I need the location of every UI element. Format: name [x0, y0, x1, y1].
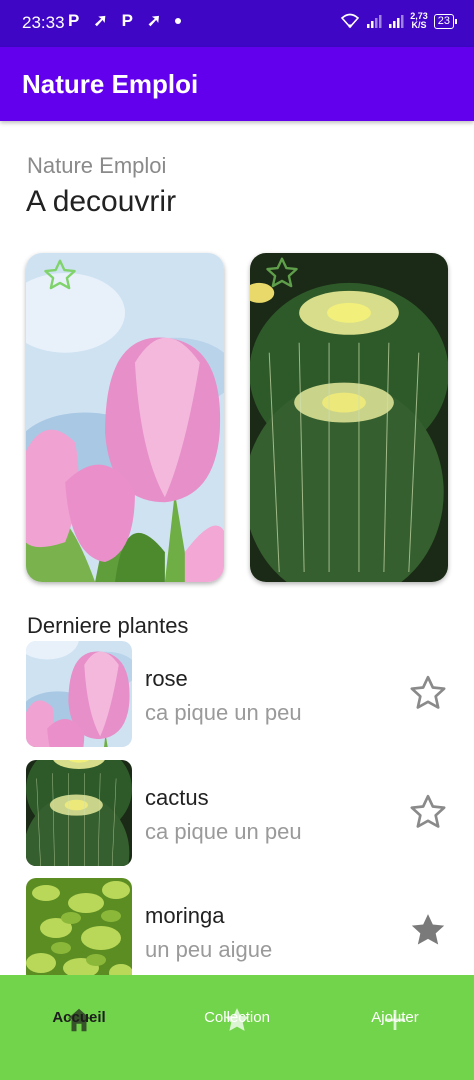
plant-name: rose — [145, 666, 188, 691]
star-filled-icon[interactable] — [408, 910, 448, 950]
featured-card-tulips[interactable] — [26, 253, 224, 582]
plant-thumbnail — [26, 760, 132, 866]
list-item-cactus[interactable]: cactus ca pique un peu — [26, 760, 456, 866]
nav-item-accueil[interactable]: Accueil — [0, 975, 158, 1080]
signal-icon — [367, 15, 382, 28]
section-title: Derniere plantes — [27, 613, 189, 638]
featured-card-cactus[interactable] — [250, 253, 448, 582]
nav-label: Collection — [204, 1009, 270, 1026]
tulips-image — [26, 253, 224, 582]
network-speed-unit: K/S — [411, 20, 427, 30]
cactus-image — [26, 760, 132, 866]
star-outline-icon[interactable] — [264, 255, 300, 291]
status-time: 23:33 — [22, 13, 65, 32]
nav-label: Accueil — [52, 1009, 106, 1026]
cactus-image — [250, 253, 448, 582]
nav-label: Ajouter — [371, 1009, 419, 1026]
wifi-icon — [341, 13, 360, 29]
plant-thumbnail — [26, 641, 132, 747]
screen: 23:33 P ➚ P ➚ 2,73 K/S 23 Nature Emploi … — [0, 0, 474, 1080]
status-right: 2,73 K/S 23 — [340, 12, 458, 30]
moringa-image — [26, 878, 132, 984]
notification-icon: ➚ — [146, 11, 162, 30]
notification-icon: P — [121, 11, 133, 30]
list-item-moringa[interactable]: moringa un peu aigue — [26, 878, 456, 984]
star-outline-icon[interactable] — [42, 257, 78, 293]
plant-description: un peu aigue — [145, 937, 273, 962]
notification-icon: P — [68, 11, 80, 30]
plant-name: moringa — [145, 903, 225, 928]
plant-description: ca pique un peu — [145, 700, 302, 725]
tulips-image — [26, 641, 132, 747]
star-outline-icon[interactable] — [408, 673, 448, 713]
star-outline-icon[interactable] — [408, 792, 448, 832]
signal-icon — [389, 15, 404, 28]
battery-icon: 23 — [433, 13, 458, 29]
app-bar: Nature Emploi — [0, 47, 474, 121]
page-subtitle: Nature Emploi — [27, 153, 167, 178]
plant-description: ca pique un peu — [145, 819, 302, 844]
plant-name: cactus — [145, 785, 209, 810]
nav-item-ajouter[interactable]: Ajouter — [316, 975, 474, 1080]
bottom-navigation: Accueil Collection Ajouter — [0, 975, 474, 1080]
notification-icons: P ➚ P ➚ — [68, 11, 182, 31]
plant-thumbnail — [26, 878, 132, 984]
list-item-rose[interactable]: rose ca pique un peu — [26, 641, 456, 747]
more-notifications-dot — [175, 18, 182, 24]
notification-icon: ➚ — [93, 11, 108, 30]
network-speed: 2,73 K/S — [410, 12, 428, 30]
status-bar: 23:33 P ➚ P ➚ 2,73 K/S 23 — [0, 0, 474, 47]
app-title: Nature Emploi — [22, 69, 199, 99]
page-title: A decouvrir — [26, 185, 177, 218]
nav-item-collection[interactable]: Collection — [158, 975, 316, 1080]
